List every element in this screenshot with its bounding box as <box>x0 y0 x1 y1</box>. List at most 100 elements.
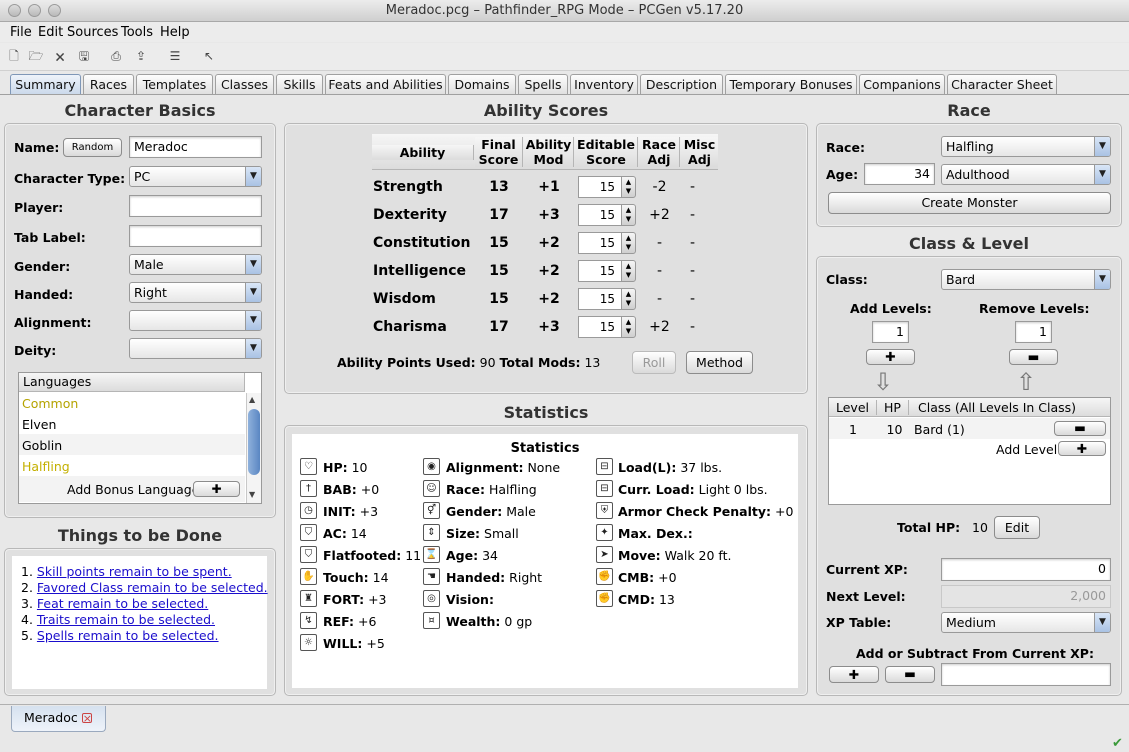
tab-skills[interactable]: Skills <box>276 74 323 95</box>
close-tab-icon[interactable]: × <box>81 713 92 724</box>
language-item[interactable]: Halfling <box>22 459 70 474</box>
remove-class-level-button[interactable]: ▬ <box>1054 421 1106 436</box>
zoom-window-icon[interactable] <box>48 4 61 17</box>
tab-inventory[interactable]: Inventory <box>570 74 638 95</box>
ability-spinner[interactable]: 15 ▲ ▼ <box>578 260 636 282</box>
menu-help[interactable]: Help <box>160 25 190 40</box>
print-icon[interactable]: ⎙ <box>108 48 124 64</box>
tab-character-sheet[interactable]: Character Sheet <box>947 74 1057 95</box>
name-field[interactable]: Meradoc <box>129 136 262 158</box>
languages-scrollbar[interactable]: ▲ ▼ <box>246 393 261 503</box>
create-monster-button[interactable]: Create Monster <box>828 192 1111 214</box>
language-item[interactable]: Elven <box>22 417 56 432</box>
scrollbar-thumb[interactable] <box>248 409 260 475</box>
roll-button[interactable]: Roll <box>632 351 676 374</box>
character-tab[interactable]: Meradoc × <box>11 706 106 732</box>
subtract-xp-button[interactable]: ▬ <box>885 666 935 683</box>
add-class-level-button[interactable]: ✚ <box>1058 441 1106 456</box>
spinner-value[interactable]: 15 <box>578 260 622 282</box>
menu-bar: File Edit Sources Tools Help <box>0 22 1129 42</box>
spinner-arrows-icon[interactable]: ▲ ▼ <box>621 176 636 198</box>
new-icon[interactable]: 🗋 <box>6 48 22 64</box>
spinner-arrows-icon[interactable]: ▲ ▼ <box>621 316 636 338</box>
class-cell[interactable]: Bard (1) <box>914 422 965 437</box>
alignment-select[interactable]: ▼ <box>129 310 262 331</box>
ability-spinner[interactable]: 15 ▲ ▼ <box>578 232 636 254</box>
tab-companions[interactable]: Companions <box>859 74 945 95</box>
hp-cell[interactable]: 10 <box>877 422 912 437</box>
stat-label: CMD: <box>618 592 655 607</box>
gender-select[interactable]: Male ▼ <box>129 254 262 275</box>
spinner-value[interactable]: 15 <box>578 176 622 198</box>
tab-domains[interactable]: Domains <box>448 74 516 95</box>
add-xp-button[interactable]: ✚ <box>829 666 879 683</box>
tab-races[interactable]: Races <box>83 74 134 95</box>
menu-tools[interactable]: Tools <box>121 25 153 40</box>
remove-level-button[interactable]: ▬ <box>1009 349 1058 365</box>
race-select[interactable]: Halfling ▼ <box>941 136 1111 157</box>
spinner-arrows-icon[interactable]: ▲ ▼ <box>621 260 636 282</box>
language-item[interactable]: Common <box>22 396 78 411</box>
close-window-icon[interactable] <box>8 4 21 17</box>
menu-edit[interactable]: Edit <box>38 25 63 40</box>
tab-divider <box>0 94 1129 95</box>
menu-sources[interactable]: Sources <box>67 25 118 40</box>
tab-feats[interactable]: Feats and Abilities <box>325 74 446 95</box>
spinner-value[interactable]: 15 <box>578 316 622 338</box>
spinner-arrows-icon[interactable]: ▲ ▼ <box>621 204 636 226</box>
spinner-value[interactable]: 15 <box>578 288 622 310</box>
ability-misc-adj: - <box>690 207 696 223</box>
save-icon[interactable]: 🖫 <box>76 48 92 64</box>
random-name-button[interactable]: Random <box>63 138 122 157</box>
scroll-up-icon[interactable]: ▲ <box>249 395 255 404</box>
language-item[interactable]: Goblin <box>22 438 62 453</box>
spinner-arrows-icon[interactable]: ▲ ▼ <box>621 232 636 254</box>
spinner-value[interactable]: 15 <box>578 232 622 254</box>
xp-adjust-field[interactable] <box>941 663 1111 686</box>
player-field[interactable] <box>129 195 262 217</box>
todo-link[interactable]: Favored Class remain to be selected. <box>37 580 268 595</box>
add-language-button[interactable]: ✚ <box>193 481 240 497</box>
age-field[interactable]: 34 <box>864 163 935 185</box>
menu-file[interactable]: File <box>10 25 32 40</box>
tab-label-field[interactable] <box>129 225 262 247</box>
ability-spinner[interactable]: 15 ▲ ▼ <box>578 316 636 338</box>
handed-select[interactable]: Right ▼ <box>129 282 262 303</box>
tab-summary[interactable]: Summary <box>10 74 81 95</box>
spinner-arrows-icon[interactable]: ▲ ▼ <box>621 288 636 310</box>
tab-spells[interactable]: Spells <box>518 74 568 95</box>
add-levels-field[interactable]: 1 <box>872 321 909 343</box>
class-select[interactable]: Bard ▼ <box>941 269 1111 290</box>
pointer-icon[interactable]: ↖ <box>201 48 217 64</box>
character-type-select[interactable]: PC ▼ <box>129 166 262 187</box>
export-icon[interactable]: ⇪ <box>133 48 149 64</box>
edit-hp-button[interactable]: Edit <box>994 516 1040 539</box>
spinner-value[interactable]: 15 <box>578 204 622 226</box>
minimize-window-icon[interactable] <box>28 4 41 17</box>
remove-levels-field[interactable]: 1 <box>1015 321 1052 343</box>
ability-spinner[interactable]: 15 ▲ ▼ <box>578 204 636 226</box>
ability-spinner[interactable]: 15 ▲ ▼ <box>578 288 636 310</box>
tab-description[interactable]: Description <box>640 74 723 95</box>
current-xp-field[interactable]: 0 <box>941 558 1111 581</box>
tab-temporary-bonuses[interactable]: Temporary Bonuses <box>725 74 857 95</box>
class-level-heading: Class & Level <box>909 234 1029 253</box>
todo-link[interactable]: Spells remain to be selected. <box>37 628 219 643</box>
age-category-select[interactable]: Adulthood ▼ <box>941 164 1111 185</box>
close-icon[interactable]: 🗙 <box>52 48 68 64</box>
xp-table-select[interactable]: Medium ▼ <box>941 612 1111 633</box>
scroll-down-icon[interactable]: ▼ <box>249 490 255 499</box>
deity-select[interactable]: ▼ <box>129 338 262 359</box>
level-cell[interactable]: 1 <box>829 422 877 437</box>
todo-link[interactable]: Skill points remain to be spent. <box>37 564 232 579</box>
open-icon[interactable]: 🗁 <box>28 48 44 64</box>
todo-link[interactable]: Traits remain to be selected. <box>37 612 215 627</box>
add-level-button[interactable]: ✚ <box>866 349 915 365</box>
tab-templates[interactable]: Templates <box>136 74 213 95</box>
preferences-icon[interactable]: ☰ <box>167 48 183 64</box>
method-button[interactable]: Method <box>686 351 753 374</box>
todo-link[interactable]: Feat remain to be selected. <box>37 596 208 611</box>
ability-spinner[interactable]: 15 ▲ ▼ <box>578 176 636 198</box>
statistics-heading: Statistics <box>503 403 589 422</box>
tab-classes[interactable]: Classes <box>215 74 274 95</box>
